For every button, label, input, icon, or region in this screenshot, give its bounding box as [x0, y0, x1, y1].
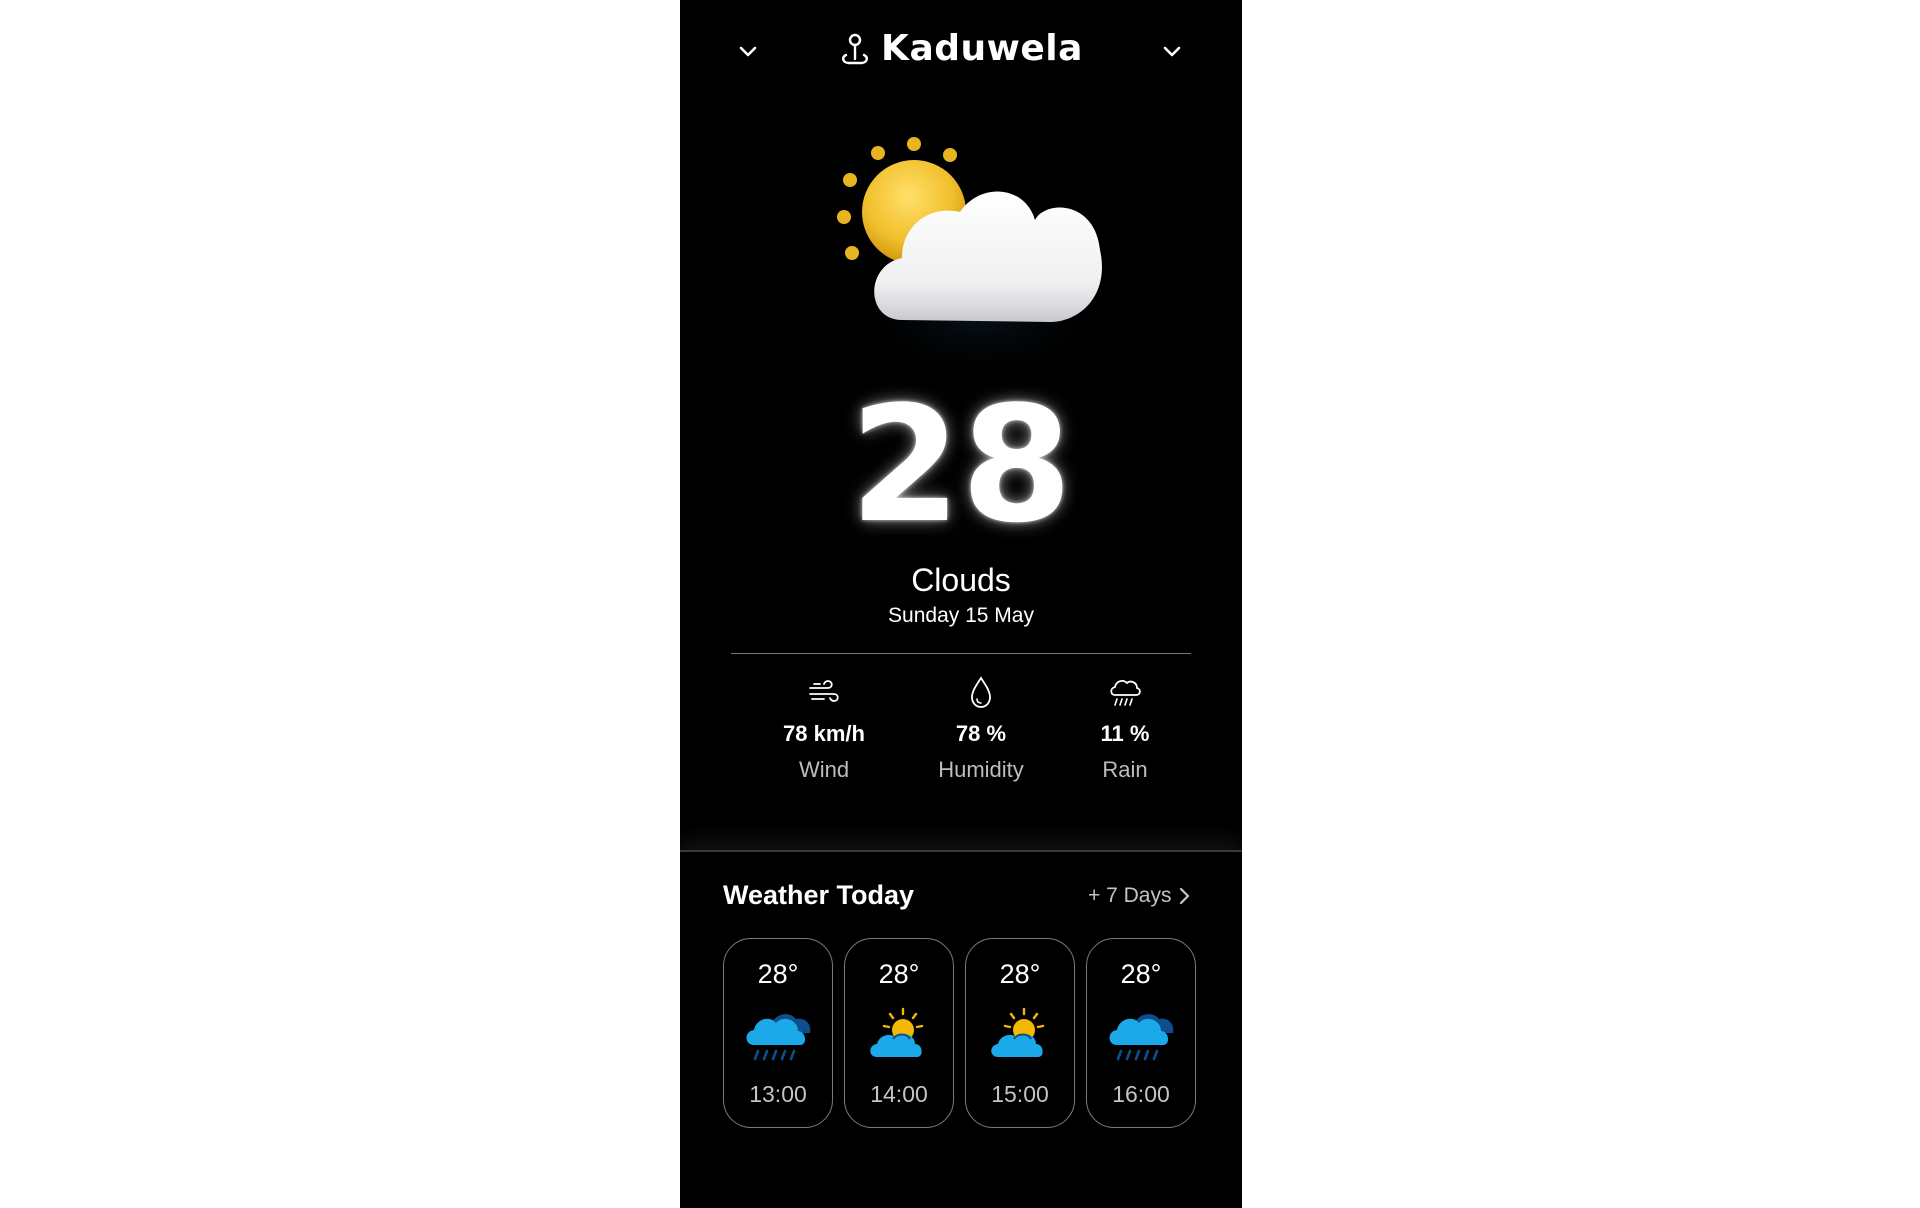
hour-temperature: 28° [878, 959, 920, 989]
hour-card[interactable]: 28° 15:00 [965, 938, 1075, 1128]
partly-sunny-icon [991, 1007, 1045, 1057]
seven-days-label: + 7 Days [1088, 884, 1172, 907]
hour-temperature: 28° [999, 959, 1041, 989]
hour-card[interactable]: 28° 14:00 [844, 938, 954, 1128]
sun-behind-cloud-icon [810, 130, 1110, 370]
hourly-forecast-list: 28° 13:00 28° 14:00 28° 15:00 28° 16:00 [680, 938, 1242, 1134]
hour-time: 15:00 [991, 1081, 1049, 1107]
header: Kaduwela [680, 0, 1242, 110]
hour-time: 14:00 [870, 1081, 928, 1107]
current-temperature: 28 [849, 371, 1073, 558]
rain-cloud-icon [1110, 680, 1141, 706]
weather-app-screen: Kaduwela 28 Clouds Sunday 15 May 78 km/h… [680, 0, 1242, 1208]
divider [731, 653, 1191, 654]
rain-cloud-icon [1109, 1014, 1174, 1061]
hour-card[interactable]: 28° 13:00 [723, 938, 833, 1128]
hour-temperature: 28° [757, 959, 799, 989]
weather-today-panel: Weather Today + 7 Days 28° 13:00 28° 14:… [680, 850, 1242, 1208]
wind-label: Wind [798, 757, 850, 782]
humidity-value: 78 % [955, 721, 1007, 746]
wind-stat: 78 km/h Wind [754, 675, 894, 783]
rain-value: 11 % [1100, 721, 1150, 746]
weather-condition: Clouds [911, 562, 1011, 598]
humidity-label: Humidity [938, 757, 1024, 782]
weather-stats: 78 km/h Wind 78 % Humidity 11 % Rain [680, 675, 1242, 795]
chevron-right-icon [1180, 887, 1190, 905]
droplet-icon [971, 676, 991, 708]
rain-label: Rain [1102, 757, 1148, 782]
hour-time: 16:00 [1112, 1081, 1170, 1107]
current-date: Sunday 15 May [888, 604, 1034, 627]
location-name: Kaduwela [881, 28, 1083, 69]
wind-icon [809, 680, 839, 702]
location-pin-icon [839, 32, 871, 66]
humidity-stat: 78 % Humidity [911, 675, 1051, 783]
hour-card[interactable]: 28° 16:00 [1086, 938, 1196, 1128]
rain-cloud-icon [746, 1014, 811, 1061]
weather-today-title: Weather Today [723, 880, 915, 910]
seven-days-link[interactable]: + 7 Days [1088, 884, 1191, 908]
hour-time: 13:00 [749, 1081, 807, 1107]
right-chevron-down-icon[interactable] [1158, 38, 1186, 66]
hour-temperature: 28° [1120, 959, 1162, 989]
rain-stat: 11 % Rain [1055, 675, 1195, 783]
partly-sunny-icon [870, 1007, 924, 1057]
wind-value: 78 km/h [783, 721, 865, 746]
